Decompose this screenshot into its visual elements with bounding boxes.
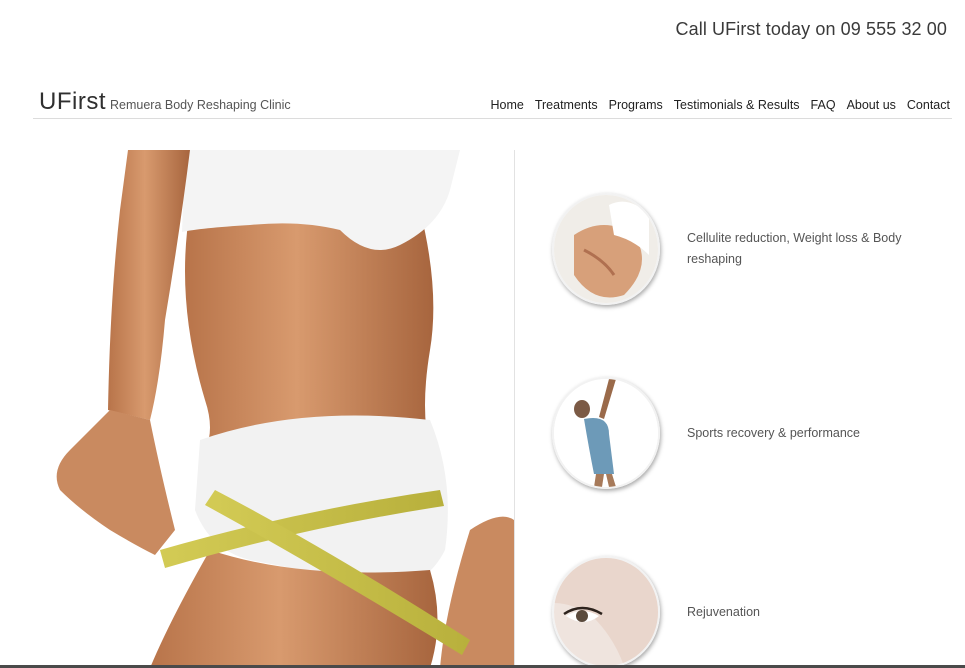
nav-home[interactable]: Home xyxy=(491,98,524,112)
main-nav: Home Treatments Programs Testimonials & … xyxy=(491,98,951,112)
site-logo[interactable]: UFirst xyxy=(39,88,106,116)
nav-testimonials-results[interactable]: Testimonials & Results xyxy=(674,98,800,112)
cellulite-thumbnail-icon[interactable] xyxy=(552,193,660,305)
hero-image xyxy=(0,150,514,668)
nav-faq[interactable]: FAQ xyxy=(811,98,836,112)
call-banner: Call UFirst today on 09 555 32 00 xyxy=(675,19,947,39)
site-header: UFirst Remuera Body Reshaping Clinic Hom… xyxy=(33,86,952,119)
feature-label[interactable]: Rejuvenation xyxy=(687,602,927,623)
sports-thumbnail-icon[interactable] xyxy=(552,377,660,489)
hero-body-illustration xyxy=(56,150,514,668)
rejuvenation-thumbnail-icon[interactable] xyxy=(552,556,660,668)
content-divider xyxy=(514,150,515,668)
feature-rejuvenation[interactable]: Rejuvenation xyxy=(552,556,927,668)
feature-cellulite[interactable]: Cellulite reduction, Weight loss & Body … xyxy=(552,193,927,305)
nav-treatments[interactable]: Treatments xyxy=(535,98,598,112)
feature-label[interactable]: Cellulite reduction, Weight loss & Body … xyxy=(687,228,927,270)
nav-about-us[interactable]: About us xyxy=(847,98,896,112)
nav-contact[interactable]: Contact xyxy=(907,98,950,112)
nav-programs[interactable]: Programs xyxy=(609,98,663,112)
site-tagline: Remuera Body Reshaping Clinic xyxy=(110,98,291,112)
feature-label[interactable]: Sports recovery & performance xyxy=(687,423,927,444)
feature-sports[interactable]: Sports recovery & performance xyxy=(552,377,927,489)
